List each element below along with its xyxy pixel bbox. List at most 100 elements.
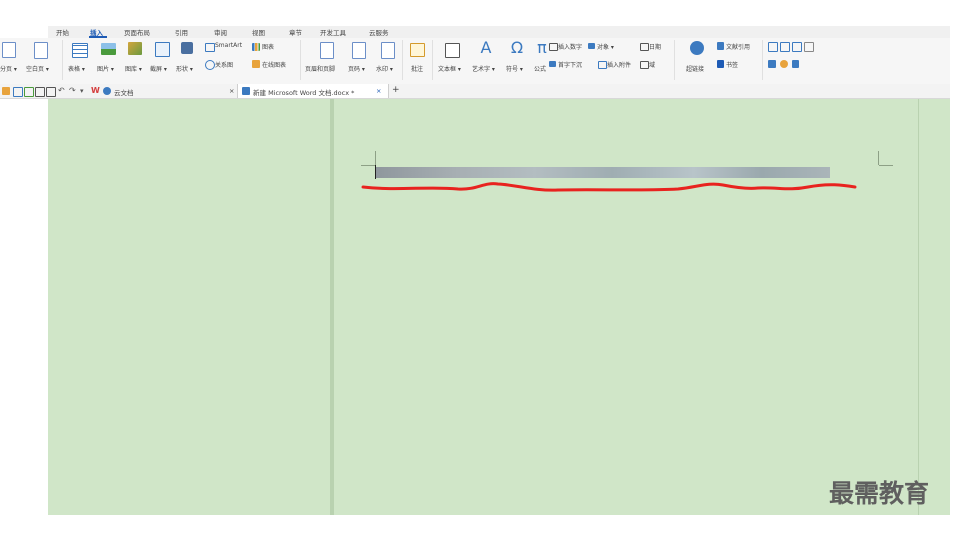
smartart-button[interactable]: SmartArt <box>215 42 242 49</box>
online-chart-icon[interactable] <box>252 60 260 68</box>
tab-chapter[interactable]: 章节 <box>289 27 302 37</box>
bookmark-button[interactable]: 书签 <box>726 60 738 69</box>
watermark-logo-text: 最需教育 <box>829 479 930 508</box>
document-workspace[interactable] <box>48 99 950 515</box>
comment-button[interactable]: 批注 <box>411 64 423 73</box>
screenshot-button[interactable]: 截屏 ▾ <box>150 64 167 73</box>
online-chart-button[interactable]: 在线图表 <box>262 60 286 69</box>
attachment-icon[interactable] <box>598 61 607 69</box>
watermark-button[interactable]: 水印 ▾ <box>376 64 393 73</box>
form-field-icon[interactable] <box>804 42 814 52</box>
ribbon-separator <box>674 40 675 80</box>
textbox-button[interactable]: 文本框 ▾ <box>438 64 461 73</box>
cloud-doc-label[interactable]: 云文档 <box>114 87 134 97</box>
hyperlink-button[interactable]: 超链接 <box>686 64 704 73</box>
close-tab-icon[interactable]: × <box>376 87 381 95</box>
ribbon-toolbar: 分页 ▾ 空白页 ▾ 表格 ▾ 图片 ▾ 图库 ▾ 截屏 ▾ 形状 ▾ Smar… <box>0 38 950 85</box>
field-button[interactable]: 域 <box>649 60 655 69</box>
comment-icon[interactable] <box>410 43 425 57</box>
smartart-icon[interactable] <box>205 43 215 52</box>
cloud-doc-icon[interactable] <box>103 87 111 95</box>
page-break-icon[interactable] <box>2 42 16 58</box>
tab-page-layout[interactable]: 页面布局 <box>124 27 150 37</box>
header-footer-icon[interactable] <box>320 42 334 59</box>
tab-home[interactable]: 开始 <box>56 27 69 37</box>
chart-icon[interactable] <box>252 43 260 51</box>
relation-diagram-button[interactable]: 关系图 <box>215 60 233 69</box>
header-footer-button[interactable]: 页眉和页脚 <box>305 64 335 73</box>
insert-number-button[interactable]: 插入数字 <box>558 42 582 51</box>
undo-icon[interactable]: ↶ <box>58 87 66 95</box>
date-icon[interactable] <box>640 43 649 51</box>
object-icon[interactable] <box>588 43 595 49</box>
red-underline-annotation <box>361 182 857 192</box>
save-icon[interactable] <box>13 87 23 97</box>
chart-button[interactable]: 图表 <box>262 42 274 51</box>
page-number-button[interactable]: 页码 ▾ <box>348 64 365 73</box>
blank-page-button[interactable]: 空白页 ▾ <box>26 64 49 73</box>
date-button[interactable]: 日期 <box>649 42 661 51</box>
hyperlink-icon[interactable] <box>690 41 704 55</box>
print-icon[interactable] <box>35 87 45 97</box>
blank-page-icon[interactable] <box>34 42 48 59</box>
drop-cap-button[interactable]: 首字下沉 <box>558 60 582 69</box>
table-icon[interactable] <box>72 43 88 58</box>
margin-corner-mark <box>878 151 879 165</box>
symbol-icon[interactable]: Ω <box>510 39 524 57</box>
formula-icon[interactable]: π <box>535 39 549 57</box>
wps-w-icon[interactable]: W <box>91 87 100 95</box>
field-icon[interactable] <box>640 61 649 69</box>
new-tab-button[interactable]: + <box>392 85 400 95</box>
bookmark-icon[interactable] <box>717 60 724 68</box>
close-tab-icon[interactable]: × <box>229 87 234 95</box>
page-break-button[interactable]: 分页 ▾ <box>0 64 17 73</box>
document-tab[interactable]: 新建 Microsoft Word 文档.docx * <box>237 84 389 98</box>
gallery-icon[interactable] <box>128 42 142 55</box>
word-doc-icon <box>242 87 250 95</box>
shape-button[interactable]: 形状 ▾ <box>176 64 193 73</box>
object-button[interactable]: 对象 ▾ <box>597 42 614 51</box>
art-text-icon[interactable]: A <box>479 39 493 57</box>
form-field-icon[interactable] <box>792 42 802 52</box>
screenshot-icon[interactable] <box>155 42 170 57</box>
drop-cap-icon[interactable] <box>549 61 556 67</box>
form-field-icon[interactable] <box>768 42 778 52</box>
table-button[interactable]: 表格 ▾ <box>68 64 85 73</box>
tab-cloud-service[interactable]: 云服务 <box>369 27 389 37</box>
relation-diagram-icon[interactable] <box>205 60 215 70</box>
symbol-button[interactable]: 符号 ▾ <box>506 64 523 73</box>
redo-icon[interactable]: ↷ <box>69 87 77 95</box>
insert-number-icon[interactable] <box>549 43 558 51</box>
form-field-icon[interactable] <box>780 42 790 52</box>
shape-icon[interactable] <box>181 42 193 54</box>
export-pdf-icon[interactable] <box>24 87 34 97</box>
bibliography-button[interactable]: 文献引用 <box>726 42 750 51</box>
tab-developer[interactable]: 开发工具 <box>320 27 346 37</box>
picture-button[interactable]: 图片 ▾ <box>97 64 114 73</box>
ribbon-separator <box>300 40 301 80</box>
form-control-icon[interactable] <box>768 60 776 68</box>
margin-corner-mark <box>879 165 893 166</box>
tab-view[interactable]: 视图 <box>252 27 265 37</box>
watermark-icon[interactable] <box>381 42 395 59</box>
page-number-icon[interactable] <box>352 42 366 59</box>
menu-bar: 开始 插入 页面布局 引用 审阅 视图 章节 开发工具 云服务 <box>48 26 950 38</box>
print-preview-icon[interactable] <box>46 87 56 97</box>
formula-button[interactable]: 公式 <box>534 64 546 73</box>
insert-attachment-button[interactable]: 插入附件 <box>607 60 631 69</box>
tab-references[interactable]: 引用 <box>175 27 188 37</box>
gallery-button[interactable]: 图库 ▾ <box>125 64 142 73</box>
tab-review[interactable]: 审阅 <box>214 27 227 37</box>
picture-icon[interactable] <box>101 43 116 55</box>
wps-logo-icon[interactable] <box>2 87 10 95</box>
text-cursor <box>375 165 376 179</box>
ribbon-separator <box>432 40 433 80</box>
lock-icon[interactable] <box>792 60 799 68</box>
bibliography-icon[interactable] <box>717 42 724 50</box>
form-control-icon[interactable] <box>780 60 788 68</box>
textbox-icon[interactable] <box>445 43 460 58</box>
art-text-button[interactable]: 艺术字 ▾ <box>472 64 495 73</box>
chevron-down-icon[interactable]: ▾ <box>80 87 88 95</box>
margin-corner-mark <box>375 151 376 165</box>
inserted-image[interactable] <box>376 167 830 178</box>
